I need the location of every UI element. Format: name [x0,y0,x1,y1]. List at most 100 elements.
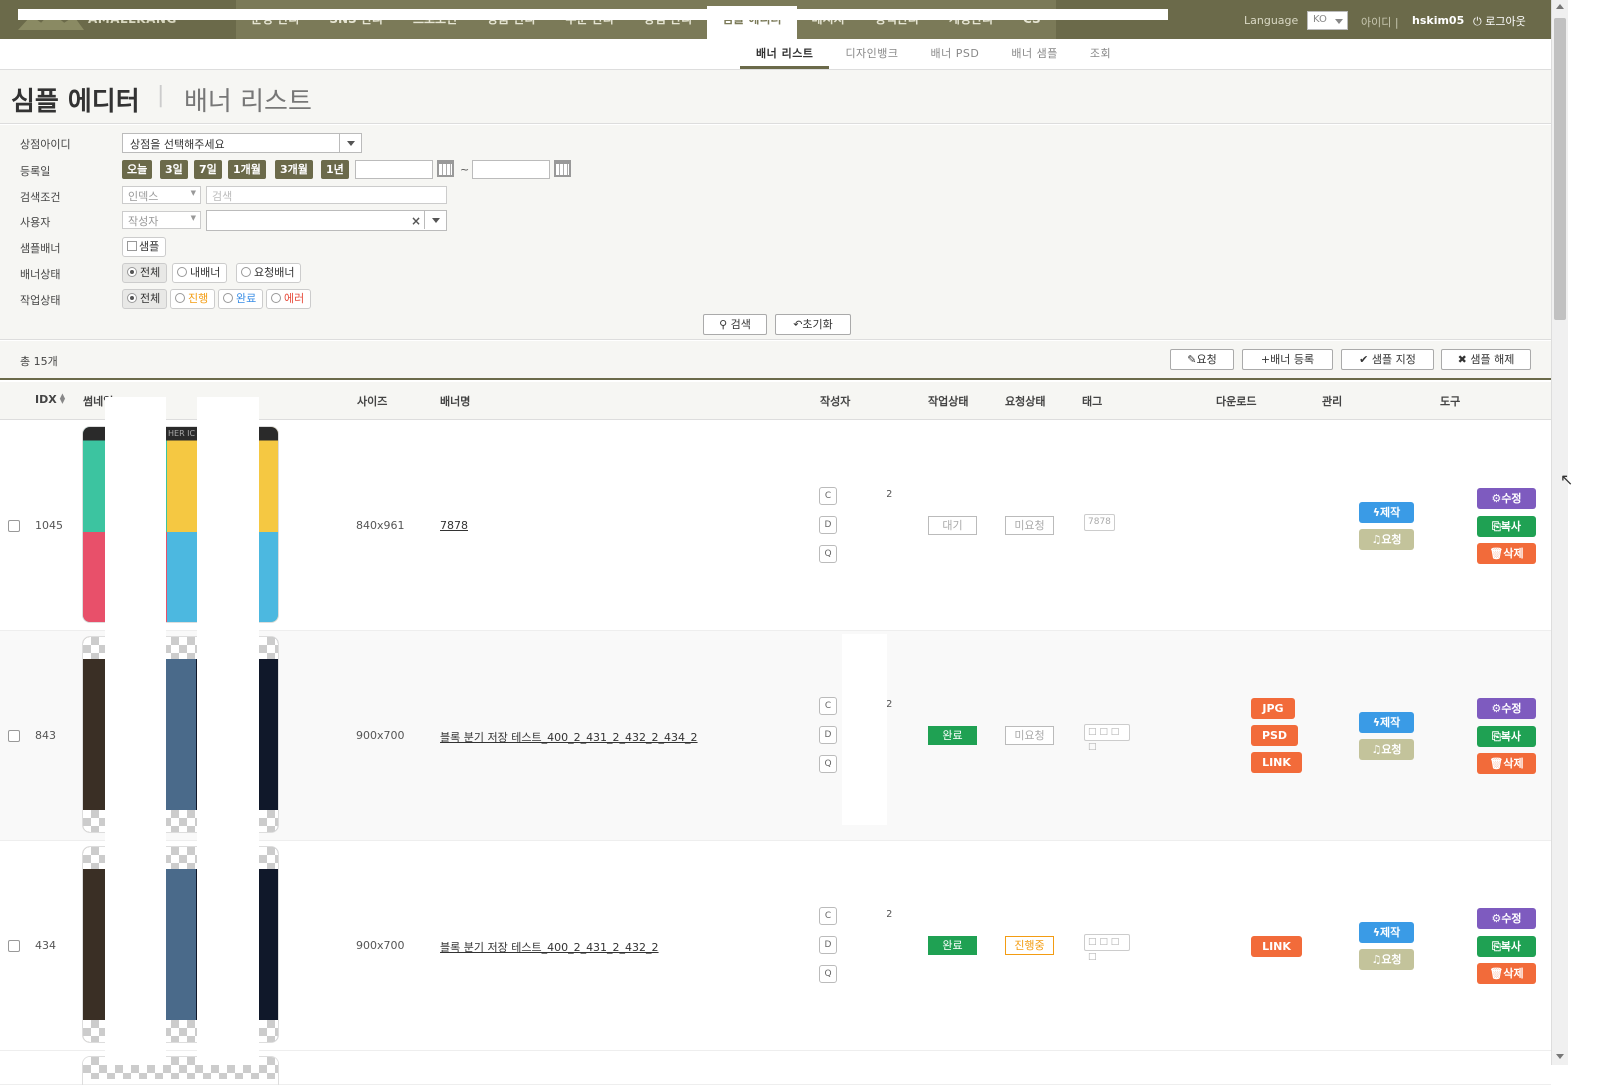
condition-select[interactable]: 인덱스 [122,186,201,204]
sample-checkbox-label: 샘플 [139,240,160,253]
bell-icon: ♫ [1371,533,1382,546]
work-status-label: 작업상태 [20,294,61,307]
subnav-item-banner-sample[interactable]: 배너 샘플 [995,39,1073,69]
delete-button[interactable]: 🗑삭제 [1477,543,1536,564]
clear-icon[interactable]: × [411,214,421,228]
logout-link[interactable]: ⏻ 로그아웃 [1473,13,1526,29]
date-3d-button[interactable]: 3일 [160,160,188,179]
copy-icon: ⎘ [1491,520,1501,533]
calendar-icon[interactable] [554,160,571,177]
calendar-icon[interactable] [437,160,454,177]
radio-label: 내배너 [190,266,221,279]
row-checkbox[interactable] [8,520,20,532]
subnav-item-design-bank[interactable]: 디자인뱅크 [829,39,914,69]
edit-button[interactable]: ⚙수정 [1477,908,1536,929]
banner-status-label: 배너상태 [20,268,61,281]
register-banner-button[interactable]: +배너 등록 [1242,349,1333,370]
date-to-input[interactable] [472,160,550,179]
copy-button[interactable]: ⎘복사 [1477,516,1536,537]
bell-icon: ♫ [1371,953,1382,966]
request-button-label: 요청 [1196,353,1217,366]
language-select[interactable]: KO [1307,11,1348,30]
set-sample-button[interactable]: ✔ 샘플 지정 [1341,349,1434,370]
request-bell-button[interactable]: ♫요청 [1359,949,1414,970]
radio-icon [177,267,187,277]
request-bell-button[interactable]: ♫요청 [1359,529,1414,550]
date-1y-button[interactable]: 1년 [321,160,349,179]
top-bar: AMALLKANG 운영 관리 SNS 관리 프로모션 상품 관리 주문 관리 … [0,0,1551,39]
unset-sample-button-label: 샘플 해제 [1470,353,1515,366]
make-button[interactable]: ϟ제작 [1359,712,1414,733]
date-3m-button[interactable]: 3개월 [275,160,313,179]
trash-icon: 🗑 [1489,547,1504,560]
row-size: 900x700 [356,729,405,742]
row-banner-name[interactable]: 블록 분기 저장 테스트_400_2_431_2_432_2 [440,939,659,955]
banner-status-mine-radio[interactable]: 내배너 [172,263,228,283]
copy-button-label: 복사 [1500,940,1522,953]
request-bell-button[interactable]: ♫요청 [1359,739,1414,760]
user-select[interactable]: 작성자 [122,211,201,229]
writer-d-button[interactable]: D [819,726,837,744]
date-today-button[interactable]: 오늘 [122,160,153,179]
download-link-button[interactable]: LINK [1251,936,1302,957]
delete-button[interactable]: 🗑삭제 [1477,753,1536,774]
date-from-input[interactable] [355,160,433,179]
writer-q-button[interactable]: Q [819,755,837,773]
make-button[interactable]: ϟ제작 [1359,502,1414,523]
subnav-item-lookup[interactable]: 조회 [1074,39,1127,69]
user-label: 사용자 [20,216,51,229]
column-header-idx[interactable]: IDX ▲ ▼ [35,393,65,407]
work-status-error-radio[interactable]: 에러 [266,289,312,309]
row-size: 840x961 [356,519,405,532]
writer-d-button[interactable]: D [819,936,837,954]
column-header-tag: 태그 [1082,395,1103,408]
work-status-done-radio[interactable]: 완료 [218,289,264,309]
date-1m-button[interactable]: 1개월 [228,160,266,179]
edit-button[interactable]: ⚙수정 [1477,698,1536,719]
writer-q-button[interactable]: Q [819,545,837,563]
scroll-down-icon[interactable] [1556,1054,1564,1059]
date-7d-button[interactable]: 7일 [194,160,222,179]
delete-button[interactable]: 🗑삭제 [1477,963,1536,984]
make-button[interactable]: ϟ제작 [1359,922,1414,943]
subnav-item-banner-psd[interactable]: 배너 PSD [915,39,996,69]
search-button[interactable]: ⚲ 검색 [703,314,767,335]
row-checkbox[interactable] [8,730,20,742]
edit-button[interactable]: ⚙수정 [1477,488,1536,509]
work-status-progress-radio[interactable]: 진행 [170,289,216,309]
banner-status-all-radio[interactable]: 전체 [122,263,168,283]
download-link-button[interactable]: LINK [1251,752,1302,773]
writer-c-button[interactable]: C [819,697,837,715]
store-select[interactable]: 상점을 선택해주세요 [122,133,362,153]
writer-c-button[interactable]: C [819,907,837,925]
search-input[interactable]: 검색 [206,186,447,204]
work-status-all-radio[interactable]: 전체 [122,289,168,309]
radio-icon [241,267,251,277]
sample-checkbox[interactable]: 샘플 [122,237,167,257]
writer-c-button[interactable]: C [819,487,837,505]
row-banner-name[interactable]: 블록 분기 저장 테스트_400_2_431_2_432_2_434_2 [440,729,698,745]
vertical-scrollbar[interactable] [1551,0,1568,1065]
scroll-up-icon[interactable] [1556,4,1564,9]
download-jpg-button[interactable]: JPG [1251,698,1295,719]
gear-icon: ⚙ [1491,702,1502,715]
check-icon: ✔ [1359,353,1369,366]
scroll-thumb[interactable] [1554,18,1566,320]
writer-q-button[interactable]: Q [819,965,837,983]
chevron-down-icon [424,211,446,229]
subnav-item-banner-list[interactable]: 배너 리스트 [740,39,830,69]
logout-label: 로그아웃 [1485,15,1526,28]
row-checkbox[interactable] [8,940,20,952]
request-button[interactable]: ✎요청 [1170,349,1234,370]
copy-button[interactable]: ⎘복사 [1477,726,1536,747]
column-label: IDX [35,393,57,406]
download-psd-button[interactable]: PSD [1251,725,1298,746]
unset-sample-button[interactable]: ✖ 샘플 해제 [1441,349,1531,370]
reset-button[interactable]: ↶초기화 [775,314,851,335]
writer-d-button[interactable]: D [819,516,837,534]
row-idx: 1045 [35,519,63,532]
banner-status-request-radio[interactable]: 요청배너 [236,263,302,283]
copy-icon: ⎘ [1491,730,1501,743]
row-banner-name[interactable]: 7878 [440,519,468,532]
copy-button[interactable]: ⎘복사 [1477,936,1536,957]
